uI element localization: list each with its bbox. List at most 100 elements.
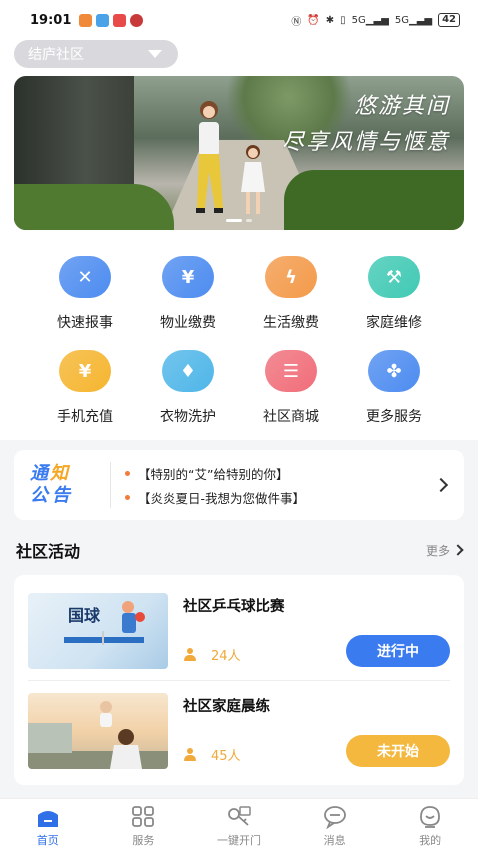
community-name: 结庐社区 [28, 47, 84, 63]
service-laundry[interactable]: ♦ 衣物洗护 [138, 350, 238, 426]
shirt-icon: ♦ [162, 350, 214, 392]
banner-dot [246, 219, 252, 222]
bluetooth-icon: ✱ [325, 14, 335, 26]
key-icon [228, 806, 251, 826]
grid-icon: ✤ [368, 350, 420, 392]
bullet-icon [125, 470, 130, 476]
signal-icon: 5G▁▃▅ [394, 14, 433, 26]
status-bar: 19:01 Ⓝ ⏰ ✱ ▯ 5G▁▃▅ 5G▁▃▅ 42 [0, 0, 478, 40]
banner-hedge [14, 184, 174, 230]
service-label: 衣物洗护 [160, 409, 216, 425]
banner-pagination [14, 219, 464, 222]
bullet-icon [125, 494, 130, 500]
banner-slogan-line2: 尽享风情与惬意 [281, 130, 450, 155]
apps-grid-icon [132, 806, 155, 827]
service-phone-topup[interactable]: ¥ 手机充值 [35, 350, 135, 426]
tab-label: 一键开门 [216, 834, 261, 847]
home-icon [37, 811, 58, 827]
participant-count: 45人 [183, 745, 241, 764]
banner-carousel[interactable]: 悠游其间 尽享风情与惬意 [14, 76, 464, 230]
notice-item-text: 【炎炎夏日-我想为您做件事】 [138, 490, 306, 506]
tab-label: 消息 [323, 834, 346, 847]
activity-title: 社区乒乓球比赛 [183, 599, 285, 615]
participant-count-value: 24人 [211, 649, 241, 664]
service-label: 家庭维修 [366, 315, 422, 331]
chevron-right-icon [452, 544, 464, 556]
service-property-fee[interactable]: ¥ 物业缴费 [138, 256, 238, 332]
chevron-down-icon [148, 50, 162, 58]
tab-open-door[interactable]: 一键开门 [191, 799, 287, 850]
wrench-icon: ✕ [59, 256, 111, 298]
status-time: 19:01 [30, 12, 72, 28]
app-notification-icon [96, 13, 110, 27]
status-button[interactable]: 未开始 [346, 735, 450, 767]
notice-divider [110, 462, 111, 508]
service-label: 快速报事 [57, 315, 113, 331]
notice-item-text: 【特别的“艾”给特别的你】 [138, 466, 289, 482]
house-yen-icon: ¥ [162, 256, 214, 298]
activity-thumbnail: 国球 [28, 593, 168, 669]
notice-title: 通知 公告 [14, 463, 110, 507]
nfc-icon: Ⓝ [291, 16, 302, 28]
chevron-right-icon[interactable] [433, 477, 449, 493]
person-icon [183, 747, 197, 762]
tab-services[interactable]: 服务 [96, 799, 192, 850]
service-community-mall[interactable]: ☰ 社区商城 [241, 350, 341, 426]
activity-title: 社区家庭晨练 [183, 699, 270, 715]
hammer-icon: ⚒ [368, 256, 420, 298]
service-label: 手机充值 [57, 409, 113, 425]
community-selector[interactable]: 结庐社区 [14, 40, 178, 68]
notice-list: 【特别的“艾”给特别的你】 【炎炎夏日-我想为您做件事】 [125, 461, 436, 509]
top-area: 结庐社区 悠游其间 尽享风情与惬意 [0, 40, 478, 240]
profile-icon [420, 806, 441, 828]
activity-thumbnail [28, 693, 168, 769]
notification-icons [79, 13, 144, 27]
activities-header: 社区活动 更多 [0, 530, 478, 570]
notice-item[interactable]: 【炎炎夏日-我想为您做件事】 [125, 485, 436, 509]
tab-label: 首页 [36, 834, 59, 847]
app-notification-icon [79, 13, 93, 27]
service-utility-payment[interactable]: ϟ 生活缴费 [241, 256, 341, 332]
participant-count: 24人 [183, 645, 241, 664]
ping-pong-illustration: 国球 [64, 601, 145, 645]
more-link[interactable]: 更多 [425, 542, 464, 559]
service-label: 生活缴费 [263, 315, 319, 331]
tab-home[interactable]: 首页 [0, 799, 96, 850]
tab-messages[interactable]: 消息 [287, 799, 383, 850]
lightning-icon: ϟ [265, 256, 317, 298]
family-exercise-illustration [28, 701, 168, 769]
participant-count-value: 45人 [211, 749, 241, 764]
app-notification-icon [113, 13, 127, 27]
banner-slogan-line1: 悠游其间 [353, 94, 450, 119]
banner-woman-illustration [196, 101, 223, 213]
status-button[interactable]: 进行中 [346, 635, 450, 667]
service-home-repair[interactable]: ⚒ 家庭维修 [344, 256, 444, 332]
notice-title-char: 知 [50, 463, 70, 484]
notice-title-char: 通 [30, 463, 50, 484]
signal-icon: 5G▁▃▅ [351, 14, 389, 26]
notice-item[interactable]: 【特别的“艾”给特别的你】 [125, 461, 436, 485]
service-label: 更多服务 [366, 409, 422, 425]
service-quick-report[interactable]: ✕ 快速报事 [35, 256, 135, 332]
tab-profile[interactable]: 我的 [382, 799, 478, 850]
more-label: 更多 [425, 543, 450, 558]
person-icon [183, 647, 197, 662]
tab-label: 服务 [132, 834, 155, 847]
activities-card: 国球 社区乒乓球比赛 24人 进行中 社区家庭晨练 45人 未开始 [14, 575, 464, 785]
banner-slogan: 悠游其间 尽享风情与惬意 [282, 88, 450, 156]
service-more[interactable]: ✤ 更多服务 [344, 350, 444, 426]
bottom-tab-bar: 首页 服务 一键开门 消息 我的 [0, 798, 478, 850]
notice-banner[interactable]: 通知 公告 【特别的“艾”给特别的你】 【炎炎夏日-我想为您做件事】 [14, 450, 464, 520]
services-grid: ✕ 快速报事 ¥ 物业缴费 ϟ 生活缴费 ⚒ 家庭维修 ¥ 手机充值 ♦ 衣物洗… [0, 240, 478, 440]
shop-icon: ☰ [265, 350, 317, 392]
activity-item[interactable]: 国球 社区乒乓球比赛 24人 进行中 [28, 593, 450, 673]
service-label: 社区商城 [263, 409, 319, 425]
tab-label: 我的 [419, 834, 442, 847]
alarm-icon: ⏰ [307, 14, 320, 26]
section-title: 社区活动 [16, 542, 81, 561]
divider [28, 680, 450, 681]
app-notification-icon [130, 13, 144, 27]
thumb-text: 国球 [68, 606, 101, 625]
service-label: 物业缴费 [160, 315, 216, 331]
activity-item[interactable]: 社区家庭晨练 45人 未开始 [28, 693, 450, 773]
